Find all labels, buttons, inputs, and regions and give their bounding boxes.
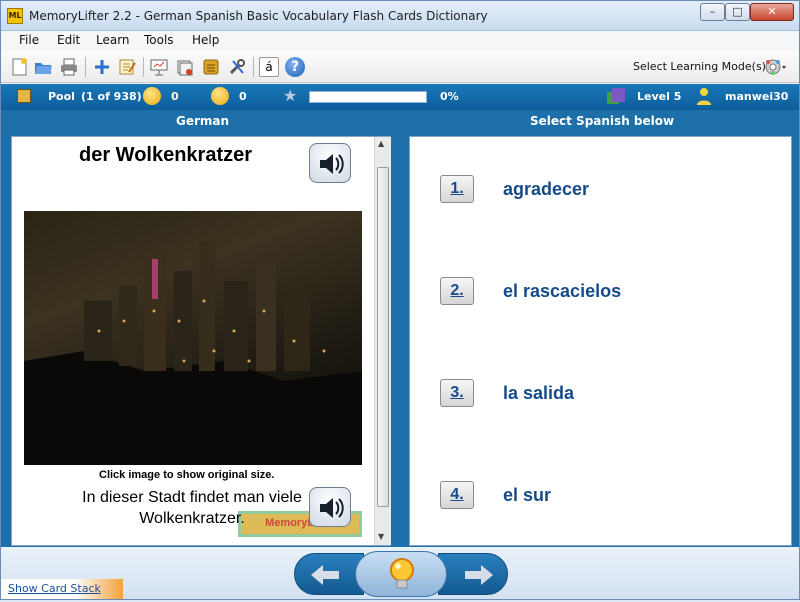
scroll-thumb[interactable] <box>377 167 389 507</box>
card-area: German Select Spanish below der Wolkenkr… <box>1 110 799 547</box>
answer-language-header: Select Spanish below <box>530 114 675 128</box>
choice-text[interactable]: la salida <box>503 383 574 404</box>
toolbar-separator <box>85 57 86 77</box>
speaker-icon <box>320 498 344 518</box>
pool-position: (1 of 938) <box>81 90 142 103</box>
happy-count: 0 <box>171 90 179 103</box>
special-char-icon[interactable]: á <box>259 57 279 77</box>
star-icon: ★ <box>283 86 298 105</box>
maximize-button[interactable]: □ <box>725 3 750 21</box>
lightbulb-icon <box>390 558 414 589</box>
toolbar: á ? Select Learning Mode(s) <box>1 51 799 83</box>
question-language-header: German <box>176 114 230 128</box>
choice-text[interactable]: el rascacielos <box>503 281 621 302</box>
question-word: der Wolkenkratzer <box>79 144 253 166</box>
level-label: Level 5 <box>637 90 682 103</box>
cards-icon[interactable] <box>175 57 195 77</box>
app-window: ML MemoryLifter 2.2 - German Spanish Bas… <box>0 0 800 600</box>
show-card-stack-link[interactable]: Show Card Stack <box>1 579 123 599</box>
question-audio-button[interactable] <box>309 143 351 183</box>
speaker-icon <box>320 154 344 174</box>
maximize-icon: □ <box>732 5 743 18</box>
progress-bar <box>309 91 427 103</box>
menu-learn[interactable]: Learn <box>96 33 130 47</box>
scroll-down-icon[interactable]: ▼ <box>378 532 384 541</box>
image-caption: Click image to show original size. <box>99 469 275 481</box>
status-bar: Pool (1 of 938) 0 0 ★ 0% Level 5 manwei3… <box>1 84 799 110</box>
card-image[interactable] <box>24 211 362 465</box>
answer-choice-2[interactable]: 2. el rascacielos <box>440 277 740 311</box>
example-audio-button[interactable] <box>309 487 351 527</box>
bottom-navigation: Show Card Stack <box>1 547 799 599</box>
close-button[interactable]: ✕ <box>750 3 794 21</box>
stack-icon[interactable] <box>201 57 221 77</box>
add-icon[interactable] <box>92 57 112 77</box>
next-card-button[interactable] <box>438 553 508 595</box>
question-panel: der Wolkenkratzer Click image to show or… <box>11 136 391 546</box>
choice-text[interactable]: el sur <box>503 485 551 506</box>
answer-choice-1[interactable]: 1. agradecer <box>440 175 740 209</box>
user-icon <box>697 87 711 105</box>
window-title: MemoryLifter 2.2 - German Spanish Basic … <box>29 9 488 23</box>
menu-help[interactable]: Help <box>192 33 219 47</box>
sad-count: 0 <box>239 90 247 103</box>
username: manwei30 <box>725 90 789 103</box>
choice-text[interactable]: agradecer <box>503 179 589 200</box>
answer-choice-3[interactable]: 3. la salida <box>440 379 740 413</box>
presentation-icon[interactable] <box>149 57 169 77</box>
show-answer-button[interactable] <box>355 551 447 597</box>
close-icon: ✕ <box>767 5 777 18</box>
example-sentence: In dieser Stadt findet man viele Wolkenk… <box>82 489 302 527</box>
tools-icon[interactable] <box>227 57 247 77</box>
choice-number-button[interactable]: 2. <box>440 277 474 305</box>
pool-label: Pool <box>48 90 75 103</box>
edit-icon[interactable] <box>117 57 137 77</box>
print-icon[interactable] <box>59 57 79 77</box>
learning-mode-label[interactable]: Select Learning Mode(s) <box>633 60 766 73</box>
menu-tools[interactable]: Tools <box>144 33 174 47</box>
help-icon[interactable]: ? <box>285 57 305 77</box>
title-bar: ML MemoryLifter 2.2 - German Spanish Bas… <box>1 1 799 31</box>
choice-number-button[interactable]: 1. <box>440 175 474 203</box>
forward-arrow-icon <box>465 565 493 585</box>
answer-panel: 1. agradecer 2. el rascacielos 3. la sal… <box>409 136 792 546</box>
toolbar-separator <box>143 57 144 77</box>
sad-face-icon <box>211 87 229 105</box>
answer-choice-4[interactable]: 4. el sur <box>440 481 740 515</box>
progress-percent: 0% <box>440 90 459 103</box>
menu-file[interactable]: File <box>19 33 39 47</box>
level-boxes-icon <box>607 88 625 104</box>
toolbar-separator <box>253 57 254 77</box>
scroll-up-icon[interactable]: ▲ <box>378 139 384 148</box>
choice-number-button[interactable]: 4. <box>440 481 474 509</box>
pool-box-icon <box>17 89 31 103</box>
choice-number-button[interactable]: 3. <box>440 379 474 407</box>
open-folder-icon[interactable] <box>33 57 53 77</box>
memorylifter-app-icon: ML <box>7 8 23 24</box>
menu-bar: File Edit Learn Tools Help <box>1 31 799 51</box>
happy-face-icon <box>143 87 161 105</box>
menu-edit[interactable]: Edit <box>57 33 80 47</box>
minimize-button[interactable]: – <box>700 3 725 21</box>
new-document-icon[interactable] <box>9 57 29 77</box>
minimize-icon: – <box>709 5 716 18</box>
learning-mode-gear-icon[interactable] <box>763 56 787 78</box>
question-scrollbar[interactable]: ▲ ▼ <box>374 137 391 545</box>
previous-card-button[interactable] <box>294 553 364 595</box>
